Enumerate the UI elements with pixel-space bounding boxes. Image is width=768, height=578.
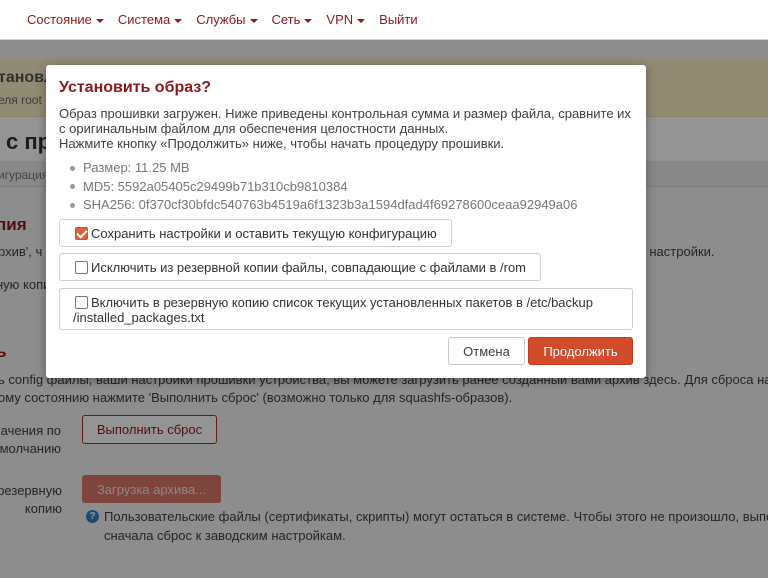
- nav-menu-vpn[interactable]: VPN: [326, 12, 366, 27]
- firmware-md5-text: MD5: 5592a05405c29499b71b310cb9810384: [83, 178, 348, 194]
- firmware-md5: MD5: 5592a05405c29499b71b310cb9810384: [70, 178, 577, 197]
- include-packages-list-option[interactable]: Включить в резервную копию список текущи…: [59, 288, 633, 330]
- firmware-size-text: Размер: 11.25 MB: [83, 160, 190, 175]
- dialog-description-line-2: с оригинальным файлом для обеспечения це…: [59, 121, 449, 136]
- bullet-icon: [70, 202, 75, 208]
- firmware-size: Размер: 11.25 MB: [70, 159, 577, 178]
- caret-down-icon: [357, 18, 366, 23]
- caret-down-icon: [249, 18, 258, 23]
- exclude-rom-files-option[interactable]: Исключить из резервной копии файлы, совп…: [59, 253, 541, 281]
- firmware-sha256-text: SHA256: 0f370cf30bfdc540763b4519a6f1323b…: [83, 197, 578, 212]
- install-image-dialog: Установить образ? Образ прошивки загруже…: [46, 65, 646, 378]
- caret-down-icon: [95, 18, 104, 23]
- cancel-button[interactable]: Отмена: [448, 337, 525, 365]
- include-packages-list-label-1: Включить в резервную копию список текущи…: [91, 295, 593, 310]
- keep-settings-label: Сохранить настройки и оставить текущую к…: [91, 226, 437, 241]
- nav-menu-network[interactable]: Сеть: [272, 12, 313, 27]
- top-navbar: Состояние Система Службы Сеть VPN Выйти: [0, 0, 768, 40]
- nav-menu-services-label: Службы: [196, 12, 246, 27]
- dialog-title: Установить образ?: [59, 79, 212, 96]
- nav-menu-status[interactable]: Состояние: [27, 12, 104, 27]
- nav-menu-network-label: Сеть: [271, 12, 301, 27]
- keep-settings-option[interactable]: Сохранить настройки и оставить текущую к…: [59, 219, 452, 247]
- nav-menu-system-label: Система: [117, 12, 171, 27]
- nav-logout-label: Выйти: [379, 12, 418, 27]
- exclude-rom-files-checkbox[interactable]: [75, 261, 88, 274]
- nav-menu-vpn-label: VPN: [326, 12, 354, 27]
- bullet-icon: [70, 184, 75, 190]
- keep-settings-checkbox[interactable]: [75, 227, 88, 240]
- nav-menu-status-label: Состояние: [27, 12, 92, 27]
- dialog-description-line-1: Образ прошивки загружен. Ниже приведены …: [59, 106, 631, 121]
- nav-menu-services[interactable]: Службы: [196, 12, 258, 27]
- include-packages-list-label-2: /installed_packages.txt: [73, 310, 205, 325]
- exclude-rom-files-label: Исключить из резервной копии файлы, совп…: [91, 260, 527, 275]
- dialog-description-line-3: Нажмите кнопку «Продолжить» ниже, чтобы …: [59, 136, 505, 151]
- include-packages-list-checkbox[interactable]: [75, 296, 88, 309]
- caret-down-icon: [174, 18, 183, 23]
- firmware-info-list: Размер: 11.25 MB MD5: 5592a05405c29499b7…: [70, 159, 577, 215]
- nav-logout-link[interactable]: Выйти: [379, 12, 418, 27]
- nav-menu-system[interactable]: Система: [117, 12, 183, 27]
- continue-button[interactable]: Продолжить: [528, 337, 633, 365]
- dialog-description: Образ прошивки загружен. Ниже приведены …: [59, 106, 639, 151]
- bullet-icon: [70, 165, 75, 171]
- caret-down-icon: [304, 18, 313, 23]
- firmware-sha256: SHA256: 0f370cf30bfdc540763b4519a6f1323b…: [70, 196, 577, 215]
